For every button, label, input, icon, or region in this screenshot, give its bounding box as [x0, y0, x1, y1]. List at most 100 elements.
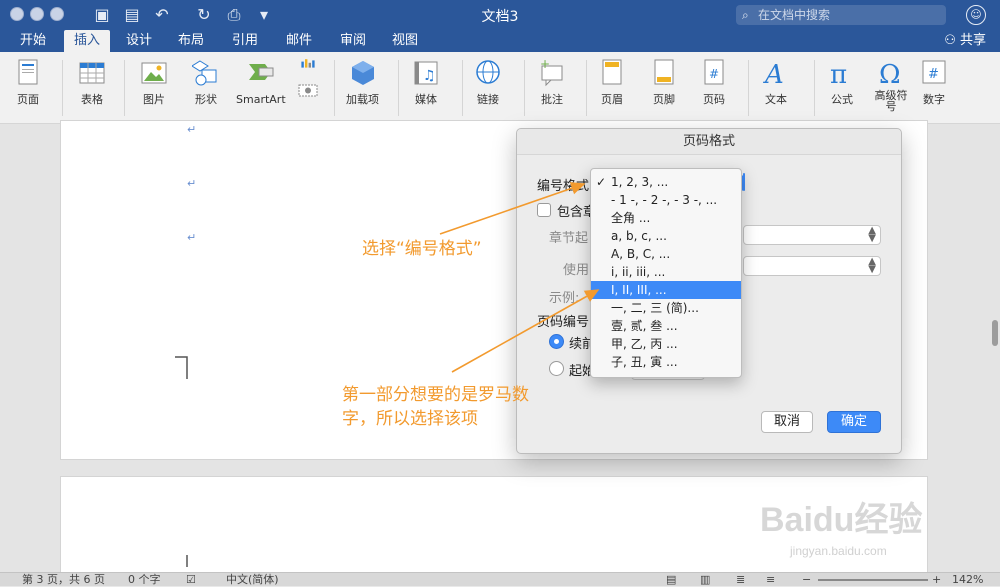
text-button[interactable]: A 文本 [762, 58, 790, 106]
feedback-smiley-icon[interactable]: ☺ [966, 5, 986, 25]
page-number-label: 页码 [703, 93, 725, 106]
format-option-lower-alpha[interactable]: a, b, c, ... [591, 227, 741, 245]
format-option-upper-alpha[interactable]: A, B, C, ... [591, 245, 741, 263]
option-label: 1, 2, 3, ... [611, 175, 669, 189]
comment-label: 批注 [541, 93, 563, 106]
start-at-radio[interactable] [549, 361, 564, 376]
svg-text:π: π [830, 60, 847, 88]
checkmark-icon: ✓ [596, 175, 607, 189]
footer-button[interactable]: 页脚 [650, 58, 678, 106]
ribbon-separator [398, 60, 399, 116]
format-option-arabic[interactable]: ✓ 1, 2, 3, ... [591, 173, 741, 191]
page-number-icon: # [704, 59, 724, 85]
svg-text:#: # [709, 67, 719, 81]
svg-text:♫: ♫ [423, 68, 436, 84]
format-option-chinese-formal[interactable]: 壹, 贰, 叁 ... [591, 317, 741, 335]
baidu-watermark: Baidu经验 [760, 501, 923, 539]
svg-text:A: A [763, 60, 784, 88]
shapes-button[interactable]: 形状 [192, 58, 220, 106]
media-button[interactable]: ♫ 媒体 [412, 58, 440, 106]
language-indicator[interactable]: 中文(简体) [226, 573, 279, 587]
annotation-roman-line1: 第一部分想要的是罗马数 [342, 385, 529, 405]
comment-button[interactable]: + 批注 [538, 58, 566, 106]
cancel-button[interactable]: 取消 [761, 411, 813, 433]
format-option-lower-roman[interactable]: i, ii, iii, ... [591, 263, 741, 281]
tab-mailings[interactable]: 邮件 [276, 30, 322, 52]
page-icon [18, 59, 38, 85]
ribbon-tab-bar: 开始 插入 设计 布局 引用 邮件 审阅 视图 ⚇ 共享 [0, 30, 1000, 52]
outline-view-icon[interactable]: ≣ [736, 573, 745, 587]
option-label: i, ii, iii, ... [611, 265, 666, 279]
equation-button[interactable]: π 公式 [828, 58, 856, 106]
cursor-mark [186, 555, 188, 567]
tab-design[interactable]: 设计 [116, 30, 162, 52]
format-option-chinese-simple[interactable]: 一, 二, 三 (简)... [591, 299, 741, 317]
number-button[interactable]: # 数字 [920, 58, 948, 106]
tab-review[interactable]: 审阅 [330, 30, 376, 52]
smartart-icon [248, 64, 274, 80]
page-count[interactable]: 第 3 页，共 6 页 [22, 573, 105, 587]
header-button[interactable]: 页眉 [598, 58, 626, 106]
print-layout-view-icon[interactable]: ▤ [666, 573, 676, 587]
tab-home[interactable]: 开始 [10, 30, 56, 52]
number-icon: # [922, 60, 946, 84]
picture-button[interactable]: 图片 [140, 58, 168, 106]
ok-button[interactable]: 确定 [827, 411, 881, 433]
annotation-roman-line2: 字，所以选择该项 [342, 409, 478, 429]
picture-icon [141, 62, 167, 84]
example-label: 示例: [549, 291, 580, 306]
text-letter-a-icon: A [763, 60, 784, 88]
chapter-style-select[interactable]: ▲ ▼ [743, 225, 881, 245]
search-input[interactable]: ⌕ 在文档中搜索 [736, 5, 946, 25]
number-format-dropdown: ✓ 1, 2, 3, ... - 1 -, - 2 -, - 3 -, ... 全… [590, 168, 742, 378]
addins-button[interactable]: 加载项 [346, 58, 379, 106]
separator-select[interactable]: ▲ ▼ [743, 256, 881, 276]
addins-cube-icon [351, 61, 374, 85]
shapes-label: 形状 [195, 93, 217, 106]
option-label: 子, 丑, 寅 ... [611, 355, 678, 369]
tab-layout[interactable]: 布局 [168, 30, 214, 52]
footer-icon [654, 59, 674, 85]
format-option-dashed[interactable]: - 1 -, - 2 -, - 3 -, ... [591, 191, 741, 209]
format-option-earthly-branches[interactable]: 子, 丑, 寅 ... [591, 353, 741, 371]
chapter-start-label: 章节起 [549, 231, 589, 246]
chart-button[interactable] [294, 58, 322, 98]
option-label: 全角 ... [611, 211, 651, 225]
paragraph-mark-icon: ↵ [187, 177, 197, 190]
page-button[interactable]: 页面 [14, 58, 42, 106]
format-option-fullwidth[interactable]: 全角 ... [591, 209, 741, 227]
option-label: 一, 二, 三 (简)... [611, 301, 699, 315]
link-button[interactable]: 链接 [474, 58, 502, 106]
svg-text:Ω: Ω [879, 60, 901, 88]
table-button[interactable]: 表格 [78, 58, 106, 106]
smartart-button[interactable]: SmartArt [236, 58, 286, 106]
footer-label: 页脚 [653, 93, 675, 106]
search-placeholder: 在文档中搜索 [758, 8, 831, 22]
tab-references[interactable]: 引用 [222, 30, 268, 52]
zoom-in-button[interactable]: + [932, 573, 941, 587]
option-label: I, II, III, ... [611, 283, 667, 297]
draft-view-icon[interactable]: ≡ [766, 573, 775, 587]
continue-previous-radio[interactable] [549, 334, 564, 349]
ribbon-separator [814, 60, 815, 116]
header-label: 页眉 [601, 93, 623, 106]
zoom-slider[interactable] [818, 579, 928, 581]
web-layout-view-icon[interactable]: ▥ [700, 573, 710, 587]
paragraph-mark-icon: ↵ [187, 123, 197, 136]
share-button[interactable]: ⚇ 共享 [944, 30, 986, 52]
status-bar: 第 3 页，共 6 页 0 个字 ☑ 中文(简体) ▤ ▥ ≣ ≡ − + 14… [0, 572, 1000, 586]
format-option-heavenly-stems[interactable]: 甲, 乙, 丙 ... [591, 335, 741, 353]
include-chapter-checkbox[interactable] [537, 203, 551, 217]
tab-insert[interactable]: 插入 [64, 30, 111, 52]
word-count[interactable]: 0 个字 [128, 573, 161, 587]
chevron-updown-icon: ▲ ▼ [868, 256, 876, 275]
advanced-symbol-button[interactable]: Ω 高级符号 [874, 58, 908, 112]
zoom-out-button[interactable]: − [802, 573, 811, 587]
proofing-icon[interactable]: ☑ [186, 573, 196, 587]
page-number-button[interactable]: # 页码 [700, 58, 728, 106]
link-label: 链接 [477, 93, 499, 106]
vertical-scrollbar-thumb[interactable] [992, 320, 998, 346]
format-option-upper-roman[interactable]: I, II, III, ... [591, 281, 741, 299]
zoom-level[interactable]: 142% [952, 573, 983, 587]
tab-view[interactable]: 视图 [382, 30, 428, 52]
